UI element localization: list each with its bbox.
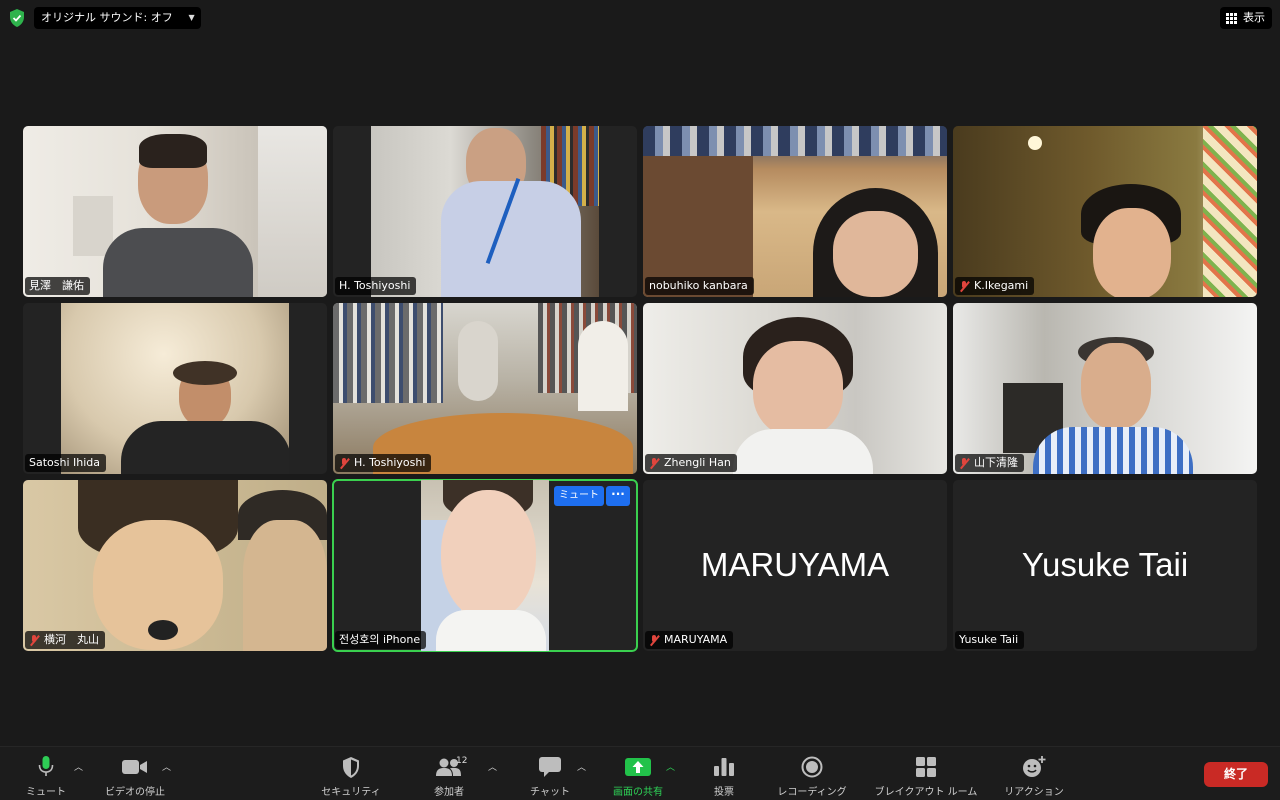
chat-label: チャット <box>530 787 570 798</box>
video-tile-active-speaker[interactable]: ミュート ··· 전성호의 iPhone <box>332 479 638 652</box>
mute-button[interactable]: ミュート <box>22 747 70 800</box>
video-tile[interactable]: Satoshi Ihida <box>23 303 327 474</box>
video-tile[interactable]: 山下清隆 <box>953 303 1257 474</box>
mic-off-icon <box>959 280 970 292</box>
breakout-rooms-label: ブレイクアウト ルーム <box>874 787 978 798</box>
video-tile[interactable]: 見澤 謙佑 <box>23 126 327 297</box>
view-label: 表示 <box>1243 11 1265 24</box>
video-tile[interactable]: Zhengli Han <box>643 303 947 474</box>
share-options-chevron-icon[interactable]: ︿ <box>666 760 675 773</box>
participant-nameplate: Zhengli Han <box>645 454 737 472</box>
participant-nameplate: 山下清隆 <box>955 454 1024 472</box>
participant-nameplate: Satoshi Ihida <box>25 454 107 472</box>
grid-view-icon <box>1226 12 1237 24</box>
video-feed <box>953 126 1257 297</box>
reactions-button[interactable]: リアクション <box>998 747 1070 800</box>
chat-bubble-icon <box>539 757 561 777</box>
participant-nameplate: H. Toshiyoshi <box>335 277 417 295</box>
record-button[interactable]: レコーディング <box>770 747 854 800</box>
participant-nameplate: MARUYAMA <box>645 631 734 649</box>
microphone-icon <box>38 756 54 776</box>
video-feed <box>23 480 327 651</box>
record-icon <box>801 756 823 778</box>
participant-nameplate: Yusuke Taii <box>955 631 1025 649</box>
original-sound-toggle[interactable]: オリジナル サウンド: オフ ▼ <box>34 7 201 29</box>
security-shield-icon[interactable] <box>9 9 25 27</box>
security-label: セキュリティ <box>321 787 381 798</box>
mic-off-icon <box>339 457 350 469</box>
meeting-toolbar: ミュート ︿ ビデオの停止 ︿ セキュリティ 12 参加者 ︿ チャット ︿ 画… <box>0 746 1280 800</box>
participant-nameplate: 見澤 謙佑 <box>25 277 90 295</box>
end-meeting-button[interactable]: 終了 <box>1204 762 1268 787</box>
video-feed <box>953 303 1257 474</box>
video-tile-off[interactable]: MARUYAMA MARUYAMA <box>643 480 947 651</box>
video-feed <box>333 303 637 474</box>
mic-off-icon <box>959 457 970 469</box>
video-tile[interactable]: nobuhiko kanbara <box>643 126 947 297</box>
video-feed <box>371 126 599 297</box>
top-bar: オリジナル サウンド: オフ ▼ 表示 <box>0 0 1280 36</box>
participant-nameplate: 横河 丸山 <box>25 631 105 649</box>
poll-label: 投票 <box>714 787 734 798</box>
breakout-rooms-icon <box>916 757 936 777</box>
reactions-label: リアクション <box>1004 787 1064 798</box>
share-screen-label: 画面の共有 <box>613 787 663 798</box>
view-button[interactable]: 表示 <box>1220 7 1272 29</box>
video-options-chevron-icon[interactable]: ︿ <box>162 760 171 773</box>
mic-off-icon <box>649 457 660 469</box>
poll-button[interactable]: 投票 <box>700 747 748 800</box>
share-screen-icon <box>625 758 651 776</box>
video-feed <box>643 303 947 474</box>
mute-options-chevron-icon[interactable]: ︿ <box>74 760 83 773</box>
video-tile[interactable]: H. Toshiyoshi <box>333 303 637 474</box>
participant-nameplate: K.Ikegami <box>955 277 1035 295</box>
tile-mute-button[interactable]: ミュート <box>554 486 604 506</box>
share-screen-button[interactable]: 画面の共有 <box>606 747 670 800</box>
record-label: レコーディング <box>777 787 847 798</box>
security-button[interactable]: セキュリティ <box>316 747 386 800</box>
security-shield-icon <box>343 756 359 778</box>
participant-display-name: MARUYAMA <box>700 546 890 583</box>
participant-nameplate: 전성호의 iPhone <box>335 631 427 649</box>
stop-video-label: ビデオの停止 <box>105 787 165 798</box>
video-tile[interactable]: H. Toshiyoshi <box>333 126 637 297</box>
video-feed <box>643 126 947 297</box>
tile-more-options-button[interactable]: ··· <box>606 486 630 506</box>
reaction-smiley-icon <box>1023 756 1046 777</box>
video-feed <box>421 480 549 651</box>
participant-nameplate: H. Toshiyoshi <box>335 454 432 472</box>
stop-video-button[interactable]: ビデオの停止 <box>100 747 170 800</box>
chat-options-chevron-icon[interactable]: ︿ <box>577 760 586 773</box>
participants-button[interactable]: 12 参加者 <box>425 747 473 800</box>
video-tile[interactable]: K.Ikegami <box>953 126 1257 297</box>
participant-display-name: Yusuke Taii <box>1021 546 1189 583</box>
participants-options-chevron-icon[interactable]: ︿ <box>488 760 497 773</box>
mic-off-icon <box>29 634 40 646</box>
chat-button[interactable]: チャット <box>526 747 574 800</box>
participant-nameplate: nobuhiko kanbara <box>645 277 754 295</box>
participant-count: 12 <box>456 756 468 766</box>
video-tile-off[interactable]: Yusuke Taii Yusuke Taii <box>953 480 1257 651</box>
participants-label: 参加者 <box>434 787 464 798</box>
original-sound-label: オリジナル サウンド: オフ <box>41 11 173 24</box>
video-feed <box>61 303 289 474</box>
video-feed <box>23 126 327 297</box>
breakout-rooms-button[interactable]: ブレイクアウト ルーム <box>866 747 986 800</box>
chevron-down-icon: ▼ <box>188 13 195 22</box>
mute-label: ミュート <box>26 787 66 798</box>
video-camera-icon <box>122 760 147 774</box>
mic-off-icon <box>649 634 660 646</box>
video-tile[interactable]: 横河 丸山 <box>23 480 327 651</box>
poll-bar-chart-icon <box>714 758 734 776</box>
